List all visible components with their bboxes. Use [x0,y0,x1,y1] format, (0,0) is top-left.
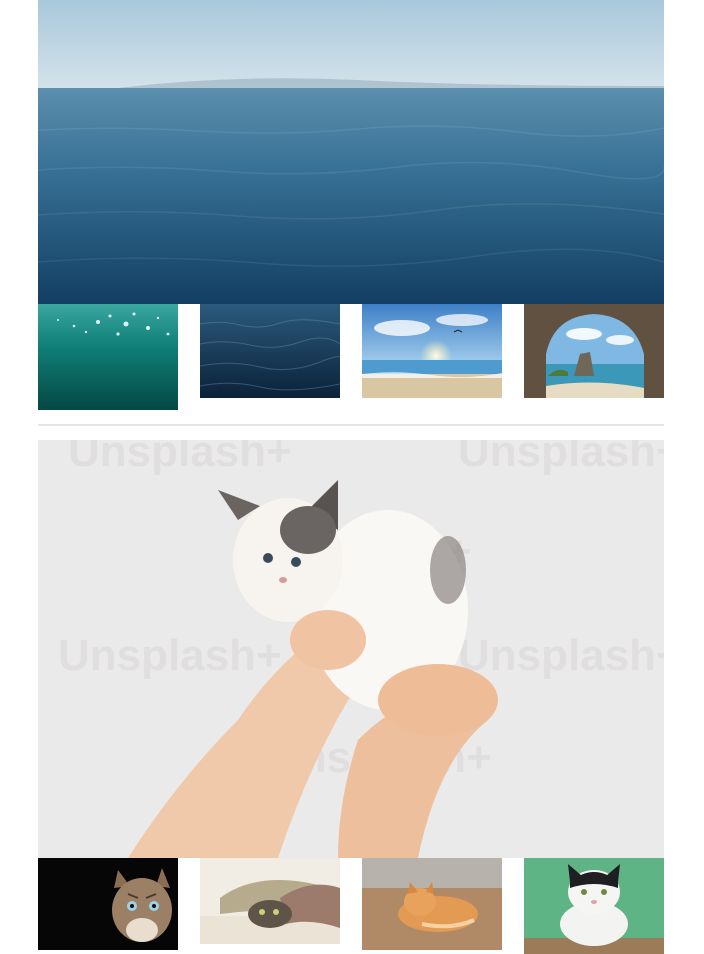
sunny-beach-photo-icon [362,304,502,398]
watermark-text: Unsplash+ [458,440,664,476]
image-gallery-page: Unsplash+ Unsplash+ Unsplash+ Unsplash+ … [0,0,704,954]
ocean-horizon-photo-icon [38,0,664,304]
sea-cave-arch-photo-icon [524,304,664,398]
underwater-bubbles-photo-icon [38,304,178,410]
cat-gallery: Unsplash+ Unsplash+ Unsplash+ Unsplash+ … [38,440,664,954]
watermark-text: Unsplash+ [458,631,664,680]
ocean-hero-image[interactable] [38,0,664,304]
ocean-thumbnail-4[interactable] [524,304,664,398]
cat-thumbnail-4[interactable] [524,858,664,954]
black-white-cat-photo-icon [524,858,664,954]
cat-thumbnail-1[interactable] [38,858,178,950]
dark-sea-waves-photo-icon [200,304,340,398]
ocean-thumbnail-strip [38,304,664,414]
cat-thumbnail-2[interactable] [200,858,340,944]
ocean-thumbnail-1[interactable] [38,304,178,410]
cat-thumbnail-strip [38,858,664,954]
gallery-divider [38,424,664,426]
cat-under-blanket-photo-icon [200,858,340,944]
kitten-held-in-hands-photo-icon: Unsplash+ Unsplash+ Unsplash+ Unsplash+ … [38,440,664,858]
watermark-text: Unsplash+ [58,631,282,680]
ocean-thumbnail-2[interactable] [200,304,340,398]
watermark-text: Unsplash+ [68,440,292,476]
tabby-cat-portrait-photo-icon [38,858,178,950]
kitten-hero-image[interactable]: Unsplash+ Unsplash+ Unsplash+ Unsplash+ … [38,440,664,858]
ocean-thumbnail-3[interactable] [362,304,502,398]
ginger-cat-lying-photo-icon [362,858,502,950]
ocean-gallery [38,0,664,414]
cat-thumbnail-3[interactable] [362,858,502,950]
